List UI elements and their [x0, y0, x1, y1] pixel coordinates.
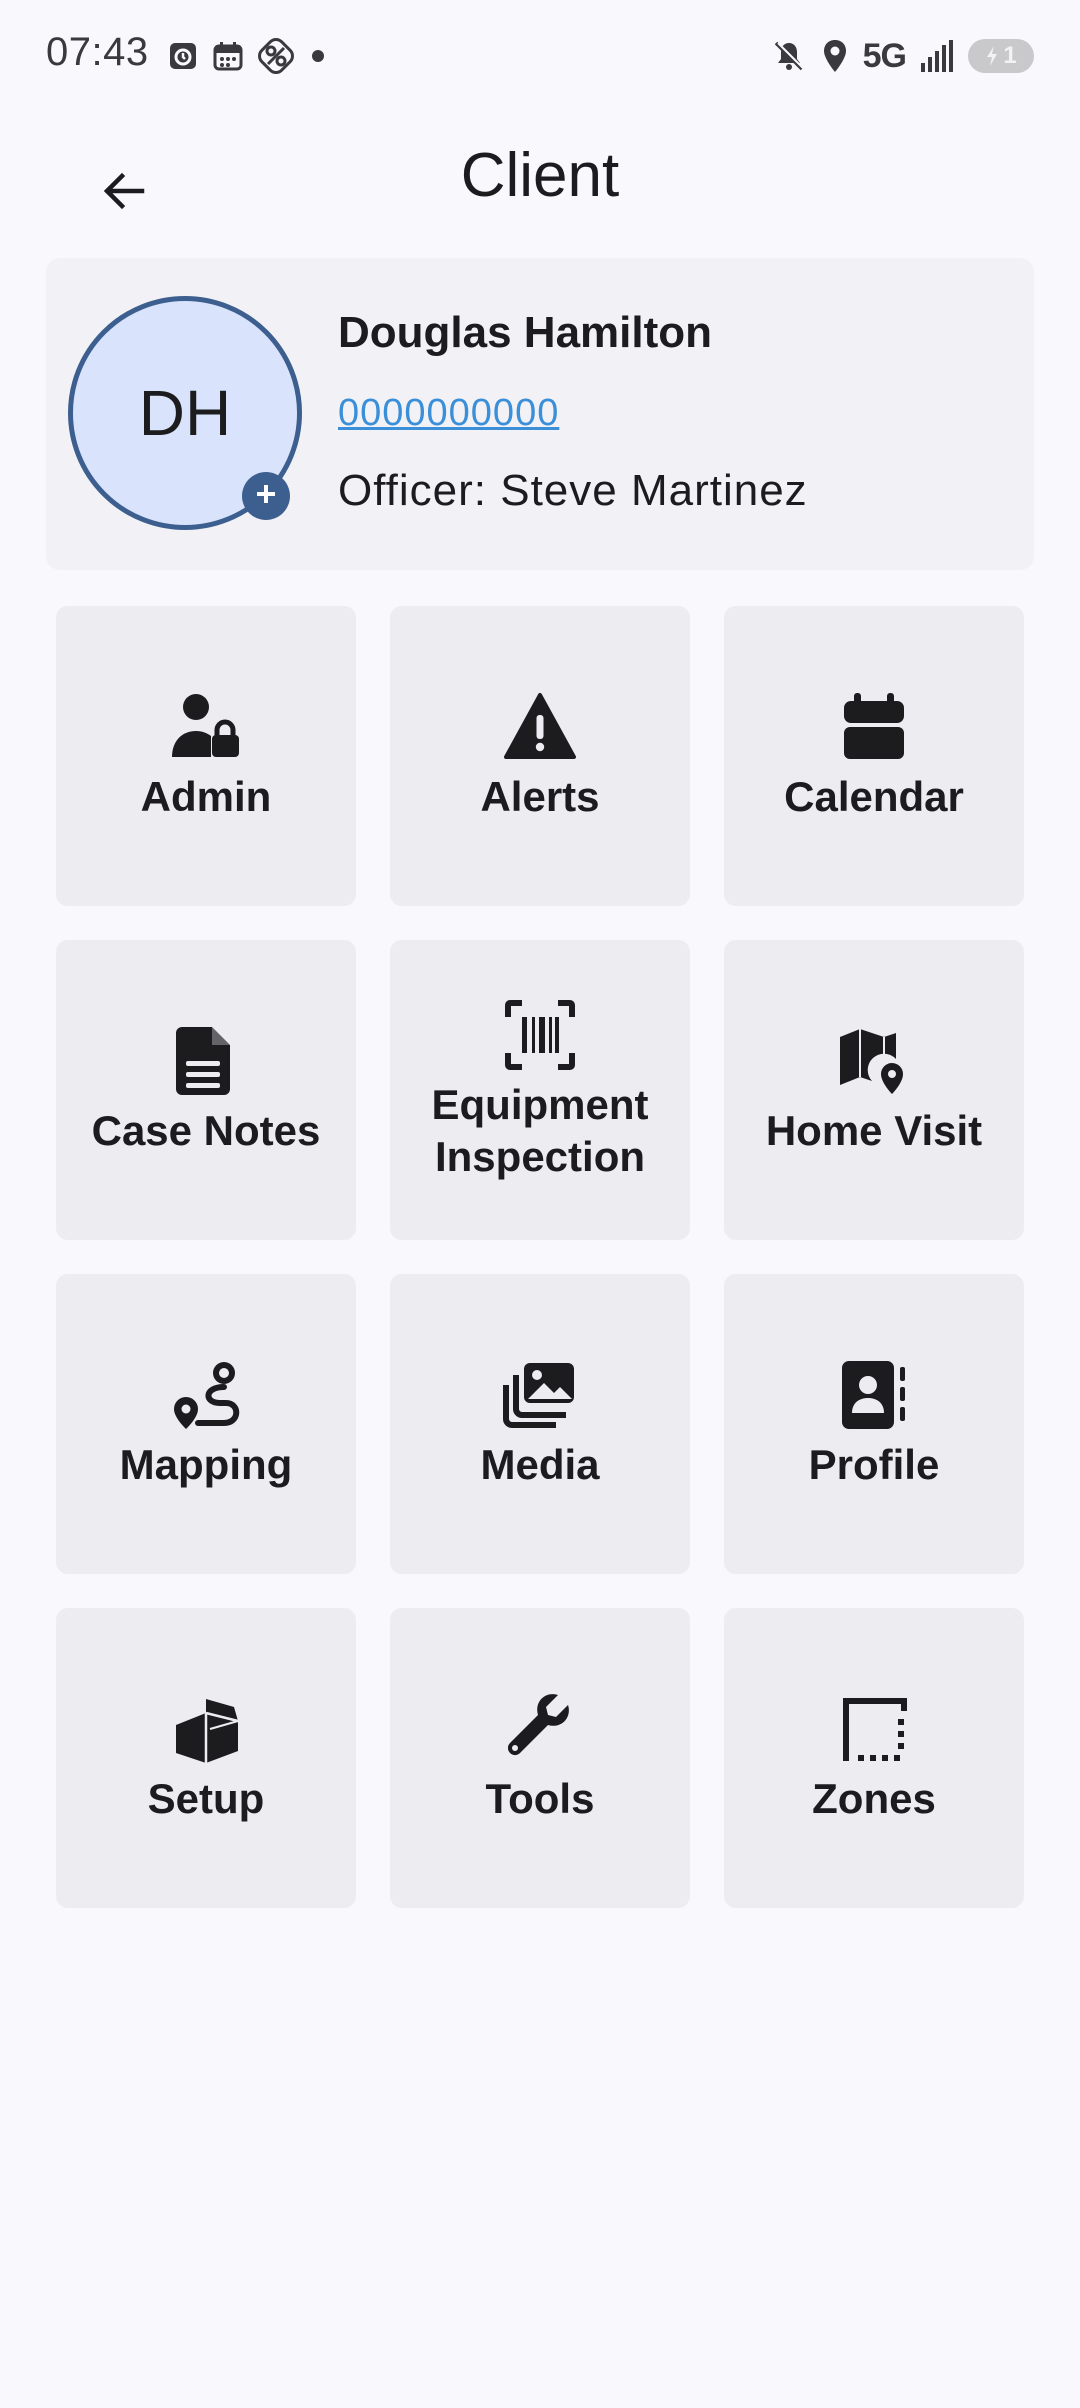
alarm-icon [168, 41, 198, 71]
tile-admin[interactable]: Admin [56, 606, 356, 906]
tile-calendar[interactable]: Calendar [724, 606, 1024, 906]
map-marker-icon [836, 1023, 912, 1099]
client-officer: Officer: Steve Martinez [338, 466, 808, 515]
tile-media[interactable]: Media [390, 1274, 690, 1574]
plus-icon [253, 481, 279, 512]
tile-label: Profile [808, 1441, 940, 1488]
client-card: DH Douglas Hamilton 0000000000 Officer: … [46, 258, 1034, 570]
status-right-icons: 5G 1 [771, 34, 1034, 78]
photos-icon [502, 1357, 578, 1433]
contact-card-icon [836, 1357, 912, 1433]
battery-icon: 1 [968, 39, 1034, 73]
avatar-initials: DH [138, 377, 232, 449]
network-type: 5G [862, 36, 907, 75]
tile-profile[interactable]: Profile [724, 1274, 1024, 1574]
signal-icon [920, 39, 954, 73]
user-lock-icon [168, 689, 244, 765]
vpn-icon [258, 38, 294, 74]
tile-label: Case Notes [91, 1107, 321, 1154]
add-photo-button[interactable] [242, 472, 290, 520]
app-bar: Client [0, 120, 1080, 240]
calendar-notification-icon [212, 40, 244, 72]
page-title: Client [460, 141, 620, 210]
tile-zones[interactable]: Zones [724, 1608, 1024, 1908]
status-time: 07:43 [46, 30, 149, 74]
battery-level: 1 [1003, 42, 1017, 69]
tile-alerts[interactable]: Alerts [390, 606, 690, 906]
mute-icon [771, 38, 807, 74]
status-left-icons [168, 36, 328, 76]
tile-setup[interactable]: Setup [56, 1608, 356, 1908]
calendar-icon [836, 689, 912, 765]
client-phone-link[interactable]: 0000000000 [338, 392, 559, 435]
tile-label: Alerts [480, 773, 600, 820]
warning-icon [502, 689, 578, 765]
tile-case-notes[interactable]: Case Notes [56, 940, 356, 1240]
tile-tools[interactable]: Tools [390, 1608, 690, 1908]
border-style-icon [836, 1691, 912, 1767]
location-icon [821, 38, 849, 74]
notification-dot-icon [308, 46, 328, 66]
tile-label: Equipment Inspection [431, 1081, 649, 1180]
tile-home-visit[interactable]: Home Visit [724, 940, 1024, 1240]
tile-label: Media [480, 1441, 600, 1488]
wrench-icon [502, 1691, 578, 1767]
tile-label: Admin [140, 773, 272, 820]
status-bar: 07:43 5G 1 [0, 0, 1080, 110]
tile-label: Home Visit [765, 1107, 983, 1154]
tile-label: Setup [147, 1775, 265, 1822]
route-icon [168, 1357, 244, 1433]
tile-label: Zones [812, 1775, 936, 1822]
tile-label: Mapping [119, 1441, 293, 1488]
client-name: Douglas Hamilton [338, 308, 713, 357]
tile-label: Tools [485, 1775, 595, 1822]
tile-label: Calendar [784, 773, 964, 820]
barcode-scan-icon [502, 997, 578, 1073]
tile-mapping[interactable]: Mapping [56, 1274, 356, 1574]
tile-equipment-inspection[interactable]: Equipment Inspection [390, 940, 690, 1240]
document-icon [168, 1023, 244, 1099]
box-open-icon [168, 1691, 244, 1767]
